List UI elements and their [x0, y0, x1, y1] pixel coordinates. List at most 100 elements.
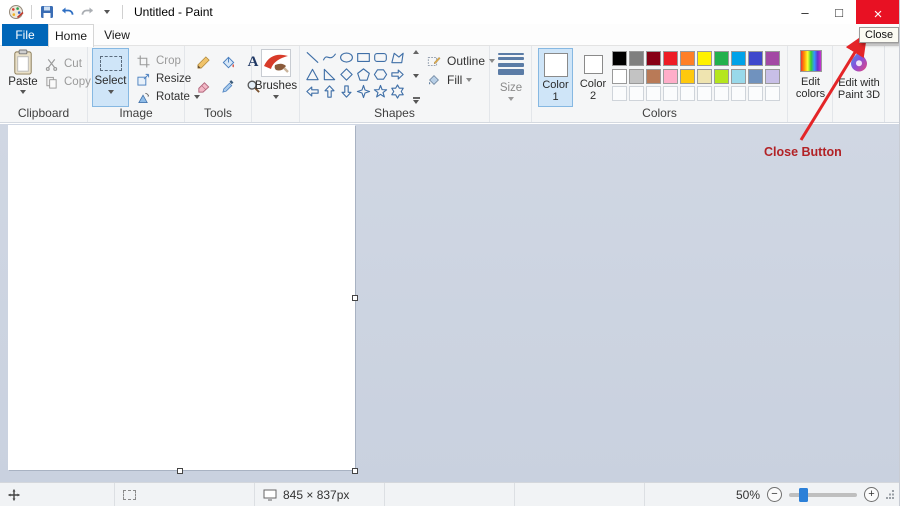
palette-swatch[interactable] [697, 69, 712, 84]
undo-button[interactable] [58, 3, 76, 21]
palette-swatch[interactable] [646, 51, 661, 66]
palette-swatch[interactable] [731, 51, 746, 66]
palette-swatch[interactable] [629, 69, 644, 84]
eraser-tool-button[interactable] [194, 77, 212, 95]
scroll-up-button[interactable] [413, 50, 419, 54]
palette-swatch[interactable] [714, 51, 729, 66]
palette-swatch[interactable] [680, 51, 695, 66]
shape-right-arrow-icon[interactable] [389, 66, 406, 83]
zoom-slider-thumb[interactable] [799, 488, 808, 502]
palette-swatch-empty[interactable] [663, 86, 678, 101]
scissors-icon [42, 55, 60, 73]
scroll-down-button[interactable] [413, 74, 419, 78]
cut-button[interactable]: Cut [42, 55, 82, 73]
zoom-slider[interactable] [789, 493, 857, 497]
ribbon-tab-bar: File Home View [0, 24, 900, 46]
tab-home[interactable]: Home [48, 24, 94, 47]
shape-diamond-icon[interactable] [338, 66, 355, 83]
palette-swatch-empty[interactable] [629, 86, 644, 101]
palette-swatch-empty[interactable] [748, 86, 763, 101]
color-picker-tool-button[interactable] [219, 77, 237, 95]
shape-polygon-icon[interactable] [389, 49, 406, 66]
palette-swatch-empty[interactable] [697, 86, 712, 101]
shape-down-arrow-icon[interactable] [338, 83, 355, 100]
shapes-more-button[interactable] [413, 97, 420, 104]
palette-swatch[interactable] [765, 69, 780, 84]
image-section: Select Crop Resize Rotate Image [88, 46, 185, 122]
select-button[interactable]: Select [92, 48, 129, 107]
drawing-canvas[interactable] [8, 125, 355, 470]
shape-line-icon[interactable] [304, 49, 321, 66]
palette-swatch[interactable] [663, 69, 678, 84]
edit-with-paint3d-button[interactable]: Edit with Paint 3D [835, 50, 883, 116]
fill-label: Fill [447, 73, 462, 87]
maximize-button[interactable]: □ [822, 0, 856, 24]
shape-right-triangle-icon[interactable] [321, 66, 338, 83]
edit-colors-button[interactable]: Edit colors [791, 50, 830, 116]
brushes-label: Brushes [255, 80, 297, 92]
palette-swatch[interactable] [697, 51, 712, 66]
color2-button[interactable]: Color 2 [577, 48, 609, 107]
annotation-label: Close Button [764, 145, 842, 159]
canvas-resize-handle-right[interactable] [352, 295, 358, 301]
palette-swatch[interactable] [748, 69, 763, 84]
size-button[interactable]: Size [493, 50, 529, 116]
palette-swatch[interactable] [731, 69, 746, 84]
canvas-resize-handle-bottom[interactable] [177, 468, 183, 474]
window-title: Untitled - Paint [134, 5, 213, 19]
shape-triangle-icon[interactable] [304, 66, 321, 83]
crop-button[interactable]: Crop [134, 52, 181, 70]
palette-swatch-empty[interactable] [731, 86, 746, 101]
palette-swatch-empty[interactable] [612, 86, 627, 101]
quick-access-menu-button[interactable] [98, 3, 116, 21]
shape-left-arrow-icon[interactable] [304, 83, 321, 100]
shape-curve-icon[interactable] [321, 49, 338, 66]
shape-rounded-rectangle-icon[interactable] [372, 49, 389, 66]
color1-button[interactable]: Color 1 [538, 48, 573, 107]
tab-view[interactable]: View [94, 24, 140, 46]
tools-section: A Tools [185, 46, 252, 122]
palette-swatch-empty[interactable] [765, 86, 780, 101]
shape-pentagon-icon[interactable] [355, 66, 372, 83]
zoom-in-button[interactable]: + [864, 487, 879, 502]
minimize-button[interactable]: – [788, 0, 822, 24]
canvas-resize-handle-corner[interactable] [352, 468, 358, 474]
palette-swatch-empty[interactable] [646, 86, 661, 101]
palette-swatch[interactable] [629, 51, 644, 66]
shape-rectangle-icon[interactable] [355, 49, 372, 66]
palette-swatch[interactable] [612, 69, 627, 84]
shapes-grid [304, 49, 408, 100]
shape-oval-icon[interactable] [338, 49, 355, 66]
palette-swatch[interactable] [748, 51, 763, 66]
outline-label: Outline [447, 54, 485, 68]
outline-button[interactable]: Outline [425, 52, 495, 70]
chevron-down-icon [273, 95, 279, 99]
resize-button[interactable]: Resize [134, 70, 191, 88]
palette-swatch[interactable] [680, 69, 695, 84]
palette-swatch[interactable] [714, 69, 729, 84]
shape-hexagon-icon[interactable] [372, 66, 389, 83]
fill-button[interactable]: Fill [425, 71, 472, 89]
save-button[interactable] [38, 3, 56, 21]
palette-swatch[interactable] [765, 51, 780, 66]
zoom-out-button[interactable]: − [767, 487, 782, 502]
shape-five-point-star-icon[interactable] [372, 83, 389, 100]
shape-six-point-star-icon[interactable] [389, 83, 406, 100]
tab-file[interactable]: File [2, 24, 48, 46]
pencil-tool-button[interactable] [194, 53, 212, 71]
redo-button[interactable] [78, 3, 96, 21]
fill-bucket-tool-button[interactable] [219, 53, 237, 71]
shape-four-point-star-icon[interactable] [355, 83, 372, 100]
resize-grip-icon[interactable] [886, 490, 895, 499]
color1-number: 1 [552, 91, 558, 103]
palette-swatch[interactable] [663, 51, 678, 66]
shape-up-arrow-icon[interactable] [321, 83, 338, 100]
palette-swatch-empty[interactable] [680, 86, 695, 101]
brushes-button[interactable]: Brushes [255, 49, 297, 119]
outline-icon [425, 52, 443, 70]
paste-button[interactable]: Paste [5, 49, 41, 106]
palette-swatch-empty[interactable] [714, 86, 729, 101]
copy-button[interactable]: Copy [42, 73, 91, 91]
palette-swatch[interactable] [646, 69, 661, 84]
palette-swatch[interactable] [612, 51, 627, 66]
